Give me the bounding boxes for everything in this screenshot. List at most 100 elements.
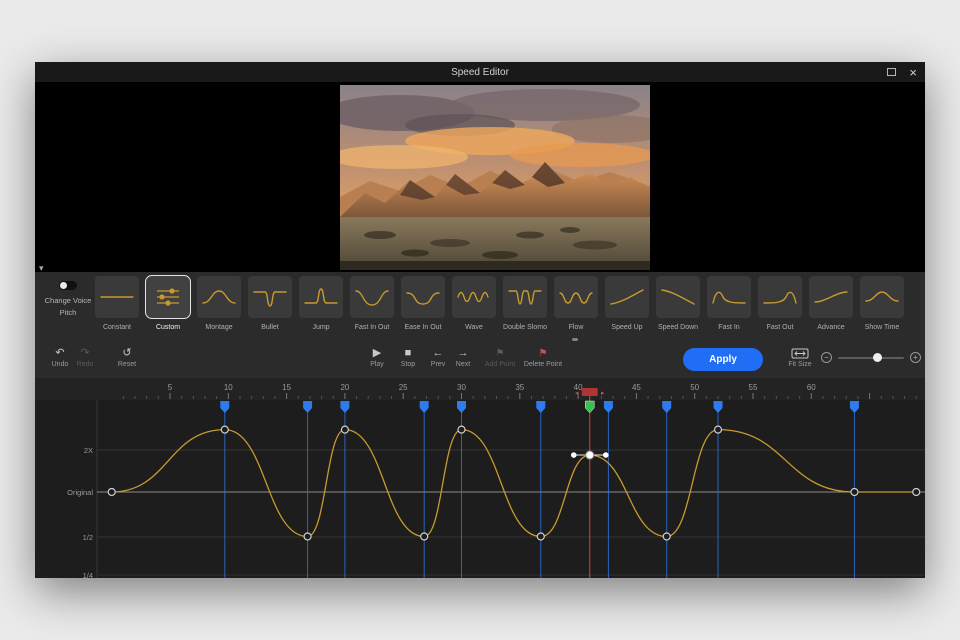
preset-speed-down[interactable]: Speed Down: [656, 276, 700, 331]
curve-point[interactable]: [457, 425, 466, 434]
preset-thumbnail: [656, 276, 700, 318]
speed-axis-label: Original: [67, 488, 93, 497]
bezier-handle[interactable]: [570, 452, 577, 458]
svg-text:35: 35: [515, 383, 524, 392]
svg-text:25: 25: [399, 383, 408, 392]
curve-point[interactable]: [340, 425, 349, 434]
curve-point[interactable]: [303, 532, 312, 541]
maximize-icon[interactable]: [887, 68, 897, 76]
preset-wave[interactable]: Wave: [452, 276, 496, 331]
collapse-arrow-icon[interactable]: ▾: [39, 263, 44, 274]
speed-curve-editor[interactable]: 00:00:36.00 51015202530354045505560◂▸ 2X…: [35, 378, 925, 578]
preset-label: Show Time: [864, 324, 900, 331]
preset-label: Speed Up: [611, 324, 643, 331]
preset-bullet[interactable]: Bullet: [248, 276, 292, 331]
preset-label: Ease In Out: [404, 324, 442, 331]
svg-text:5: 5: [168, 383, 173, 392]
preset-thumbnail: [197, 276, 241, 318]
zoom-slider-track[interactable]: [838, 357, 904, 359]
svg-text:▸: ▸: [601, 390, 605, 397]
preset-label: Bullet: [261, 324, 279, 331]
preset-advance[interactable]: Advance: [809, 276, 853, 331]
presets-section: ▾ Change Voice Pitch Constant Custom Monta…: [35, 263, 925, 344]
curve-point[interactable]: [107, 487, 116, 497]
svg-text:50: 50: [690, 383, 699, 392]
curve-point[interactable]: [220, 425, 229, 434]
preset-fast-in[interactable]: Fast In: [707, 276, 751, 331]
preset-thumbnail: [299, 276, 343, 318]
curve-point[interactable]: [420, 532, 429, 541]
bezier-handle[interactable]: [602, 452, 609, 458]
preset-thumbnail: [758, 276, 802, 318]
preset-label: Fast In: [718, 324, 740, 331]
curve-point[interactable]: [662, 532, 671, 541]
speed-axis-label: 1/2: [82, 533, 93, 542]
preset-ease-in-out[interactable]: Ease In Out: [401, 276, 445, 331]
zoom-out-icon[interactable]: −: [821, 352, 832, 363]
toggle-knob: [60, 282, 67, 289]
preset-label: Custom: [155, 324, 181, 331]
preset-thumbnail: [146, 276, 190, 318]
preset-list: Constant Custom Montage Bullet Jump Fast In O…: [95, 276, 904, 331]
preset-show-time[interactable]: Show Time: [860, 276, 904, 331]
preset-label: Fast In Out: [354, 324, 390, 331]
preset-fast-in-out[interactable]: Fast In Out: [350, 276, 394, 331]
curve-point[interactable]: [536, 532, 545, 541]
redo-button[interactable]: ↷ Redo: [63, 347, 107, 368]
selected-curve-point[interactable]: [585, 450, 595, 460]
svg-text:20: 20: [340, 383, 349, 392]
preset-thumbnail: [809, 276, 853, 318]
preset-thumbnail: [860, 276, 904, 318]
preset-label: Double Slomo: [503, 324, 547, 331]
preset-thumbnail: [248, 276, 292, 318]
voice-pitch-control: Change Voice Pitch: [41, 281, 95, 318]
voice-pitch-toggle[interactable]: [59, 281, 77, 290]
preset-thumbnail: [350, 276, 394, 318]
preset-fast-out[interactable]: Fast Out: [758, 276, 802, 331]
preset-constant[interactable]: Constant: [95, 276, 139, 331]
curve-point[interactable]: [912, 487, 921, 497]
preset-speed-up[interactable]: Speed Up: [605, 276, 649, 331]
zoom-slider-handle[interactable]: [873, 353, 882, 362]
preset-label: Wave: [465, 324, 483, 331]
delete-point-button[interactable]: ⚑ Delete Point: [517, 347, 569, 368]
svg-text:30: 30: [457, 383, 466, 392]
preset-label: Fast Out: [766, 324, 794, 331]
reset-icon: ↺: [122, 347, 132, 359]
toolbar: ↶ Undo ↷ Redo ↺ Reset ▶ Play ■ Stop ← Prev → Ne…: [35, 344, 925, 378]
curve-point[interactable]: [713, 425, 723, 434]
preset-montage[interactable]: Montage: [197, 276, 241, 331]
svg-text:55: 55: [749, 383, 758, 392]
svg-text:10: 10: [224, 383, 233, 392]
preset-jump[interactable]: Jump: [299, 276, 343, 331]
preset-custom[interactable]: Custom: [146, 276, 190, 331]
preset-thumbnail: [707, 276, 751, 318]
preset-thumbnail: [452, 276, 496, 318]
titlebar[interactable]: Speed Editor ×: [35, 62, 925, 82]
preset-thumbnail: [401, 276, 445, 318]
svg-text:15: 15: [282, 383, 291, 392]
reset-button[interactable]: ↺ Reset: [105, 347, 149, 368]
preset-thumbnail: [605, 276, 649, 318]
redo-icon: ↷: [80, 347, 90, 359]
preset-thumbnail: [95, 276, 139, 318]
apply-button[interactable]: Apply: [683, 348, 763, 371]
preset-thumbnail: [554, 276, 598, 318]
curve-point[interactable]: [850, 487, 859, 497]
fit-size-button[interactable]: Fit Size: [778, 347, 822, 368]
svg-text:60: 60: [807, 383, 816, 392]
preview-image: [340, 85, 650, 270]
preset-label: Advance: [817, 324, 845, 331]
video-preview: [35, 82, 925, 272]
preset-flow[interactable]: Flow: [554, 276, 598, 331]
preset-label: Constant: [102, 324, 132, 331]
preset-scrollbar[interactable]: [572, 338, 578, 341]
speed-editor-window: Speed Editor × ▾ Change Voice Pitch Cons…: [35, 62, 925, 578]
voice-pitch-label: Change Voice Pitch: [44, 296, 92, 317]
zoom-in-icon[interactable]: +: [910, 352, 921, 363]
close-icon[interactable]: ×: [909, 66, 917, 79]
preset-double-slomo[interactable]: Double Slomo: [503, 276, 547, 331]
svg-text:45: 45: [632, 383, 641, 392]
preset-label: Speed Down: [657, 324, 699, 331]
speed-axis-label: 1/4: [82, 571, 93, 578]
